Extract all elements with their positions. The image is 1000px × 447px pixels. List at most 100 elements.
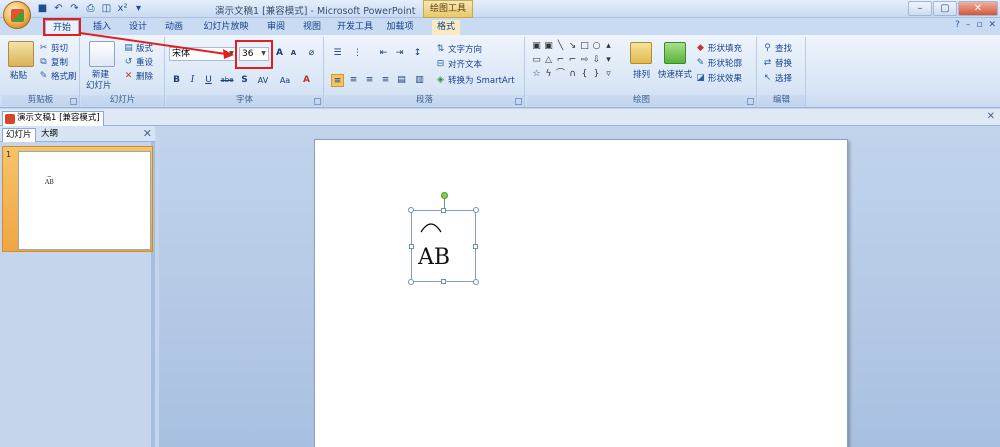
align-left-icon[interactable]: ≡ bbox=[331, 74, 344, 87]
columns-icon[interactable]: ▥ bbox=[413, 74, 426, 87]
shape-arc-icon[interactable]: ⌒ bbox=[555, 68, 566, 80]
distribute-icon[interactable]: ▤ bbox=[395, 74, 408, 87]
replace-button[interactable]: ⇄ 替换 bbox=[762, 57, 792, 70]
shape-line-icon[interactable]: ╲ bbox=[555, 40, 566, 52]
print-icon[interactable]: ⎙ bbox=[84, 2, 97, 15]
shape-elbow-icon[interactable]: ⌐ bbox=[555, 54, 566, 66]
shape-more-icon[interactable]: ▿ bbox=[603, 68, 614, 80]
tab-review[interactable]: 审阅 bbox=[262, 20, 290, 35]
char-spacing-button[interactable]: AV bbox=[254, 74, 272, 87]
font-name-combo[interactable]: 宋体 ▼ bbox=[169, 47, 237, 61]
underline-button[interactable]: U bbox=[202, 74, 215, 87]
resize-handle-nw[interactable] bbox=[408, 207, 414, 213]
grow-font-button[interactable]: A bbox=[273, 47, 286, 60]
tab-outline[interactable]: 大纲 bbox=[38, 128, 61, 142]
shape-lightning-icon[interactable]: ϟ bbox=[543, 68, 554, 80]
tab-developer[interactable]: 开发工具 bbox=[334, 20, 376, 35]
shape-star-icon[interactable]: ☆ bbox=[531, 68, 542, 80]
clear-format-icon[interactable]: ⌀ bbox=[305, 47, 318, 60]
shape-triangle-icon[interactable]: △ bbox=[543, 54, 554, 66]
font-launcher-icon[interactable] bbox=[314, 98, 321, 105]
copy-button[interactable]: ⧉ 复制 bbox=[38, 56, 68, 69]
numbering-icon[interactable]: ⋮ bbox=[351, 47, 364, 60]
tab-insert[interactable]: 插入 bbox=[88, 20, 116, 35]
arrange-button[interactable]: 排列 bbox=[633, 68, 650, 80]
find-button[interactable]: ⚲ 查找 bbox=[762, 42, 792, 55]
close-button[interactable]: ✕ bbox=[958, 1, 998, 16]
tab-slides[interactable]: 幻灯片 bbox=[2, 128, 36, 142]
paragraph-launcher-icon[interactable] bbox=[515, 98, 522, 105]
help-icon[interactable]: ? bbox=[955, 20, 960, 30]
bold-button[interactable]: B bbox=[170, 74, 183, 87]
cut-button[interactable]: ✂ 剪切 bbox=[38, 42, 68, 55]
shape-brace-right-icon[interactable]: } bbox=[591, 68, 602, 80]
resize-handle-w[interactable] bbox=[409, 244, 414, 249]
shape-curve-icon[interactable]: ∩ bbox=[567, 68, 578, 80]
office-button[interactable] bbox=[3, 1, 31, 29]
slide-thumbnail-selected[interactable]: 1 ⌢ AB bbox=[2, 146, 153, 252]
close-doc-icon[interactable]: ✕ bbox=[988, 20, 996, 30]
align-right-icon[interactable]: ≡ bbox=[363, 74, 376, 87]
shape-oval-icon[interactable]: ○ bbox=[591, 40, 602, 52]
tab-addins[interactable]: 加载项 bbox=[384, 20, 416, 35]
shapes-gallery[interactable]: ▣ ▣ ╲ ↘ □ ○ ▴ ▭ △ ⌐ ⌐ ⇨ ⇩ ▾ ☆ ϟ ⌒ ∩{} ▿ bbox=[531, 40, 614, 80]
resize-handle-ne[interactable] bbox=[473, 207, 479, 213]
resize-handle-n[interactable] bbox=[441, 208, 446, 213]
rotation-handle[interactable] bbox=[441, 192, 448, 199]
decrease-indent-icon[interactable]: ⇤ bbox=[377, 47, 390, 60]
shape-brace-left-icon[interactable]: { bbox=[579, 68, 590, 80]
shape-textbox-icon[interactable]: ▣ bbox=[531, 40, 542, 52]
format-icon[interactable]: x² bbox=[116, 2, 129, 15]
shape-rounded-rect-icon[interactable]: ▭ bbox=[531, 54, 542, 66]
shape-elbow-arrow-icon[interactable]: ⌐ bbox=[567, 54, 578, 66]
tab-format[interactable]: 格式 bbox=[432, 20, 460, 35]
font-color-icon[interactable]: A bbox=[300, 74, 313, 87]
tab-view[interactable]: 视图 bbox=[298, 20, 326, 35]
paste-icon[interactable] bbox=[8, 41, 34, 67]
bullets-icon[interactable]: ☰ bbox=[331, 47, 344, 60]
format-painter-button[interactable]: ✎ 格式刷 bbox=[38, 70, 77, 83]
minimize-doc-icon[interactable]: – bbox=[966, 20, 971, 30]
drawing-launcher-icon[interactable] bbox=[747, 98, 754, 105]
undo-icon[interactable]: ↶ bbox=[52, 2, 65, 15]
italic-button[interactable]: I bbox=[186, 74, 199, 87]
shape-outline-button[interactable]: ✎ 形状轮廓 bbox=[695, 57, 742, 70]
text-direction-button[interactable]: ⇅ 文字方向 bbox=[435, 43, 482, 56]
minimize-button[interactable]: – bbox=[908, 1, 932, 16]
resize-handle-sw[interactable] bbox=[408, 279, 414, 285]
tab-animation[interactable]: 动画 bbox=[160, 20, 188, 35]
shape-effects-button[interactable]: ◪ 形状效果 bbox=[695, 72, 742, 85]
restore-doc-icon[interactable]: ▫ bbox=[976, 20, 982, 30]
slide-canvas[interactable]: AB bbox=[314, 139, 848, 447]
shape-vtextbox-icon[interactable]: ▣ bbox=[543, 40, 554, 52]
shape-fill-button[interactable]: ◆ 形状填充 bbox=[695, 42, 742, 55]
shape-rect-icon[interactable]: □ bbox=[579, 40, 590, 52]
document-tab[interactable]: 演示文稿1 [兼容模式] bbox=[2, 111, 104, 126]
align-center-icon[interactable]: ≡ bbox=[347, 74, 360, 87]
resize-handle-s[interactable] bbox=[441, 279, 446, 284]
line-spacing-icon[interactable]: ↕ bbox=[411, 47, 424, 60]
tab-design[interactable]: 设计 bbox=[124, 20, 152, 35]
select-button[interactable]: ↖ 选择 bbox=[762, 72, 792, 85]
new-slide-icon[interactable] bbox=[89, 41, 115, 67]
shape-scroll-up-icon[interactable]: ▴ bbox=[603, 40, 614, 52]
selected-textbox[interactable]: AB bbox=[408, 192, 479, 285]
justify-icon[interactable]: ≡ bbox=[379, 74, 392, 87]
quick-styles-button[interactable]: 快速样式 bbox=[658, 68, 692, 80]
shadow-button[interactable]: S bbox=[238, 74, 251, 87]
clipboard-launcher-icon[interactable] bbox=[70, 98, 77, 105]
strikethrough-button[interactable]: abe bbox=[218, 74, 236, 87]
shape-scroll-down-icon[interactable]: ▾ bbox=[603, 54, 614, 66]
arrange-icon[interactable] bbox=[630, 42, 652, 64]
align-text-button[interactable]: ⊟ 对齐文本 bbox=[435, 58, 482, 71]
preview-icon[interactable]: ◫ bbox=[100, 2, 113, 15]
new-slide-label-2[interactable]: 幻灯片 bbox=[86, 79, 112, 91]
slide-thumbnail[interactable]: ⌢ AB bbox=[18, 151, 151, 250]
shape-arrow-icon[interactable]: ↘ bbox=[567, 40, 578, 52]
customize-icon[interactable]: ▾ bbox=[132, 2, 145, 15]
resize-handle-se[interactable] bbox=[473, 279, 479, 285]
shrink-font-button[interactable]: A bbox=[287, 47, 300, 60]
layout-button[interactable]: ▤ 版式 bbox=[123, 42, 153, 55]
shape-right-arrow-icon[interactable]: ⇨ bbox=[579, 54, 590, 66]
redo-icon[interactable]: ↷ bbox=[68, 2, 81, 15]
